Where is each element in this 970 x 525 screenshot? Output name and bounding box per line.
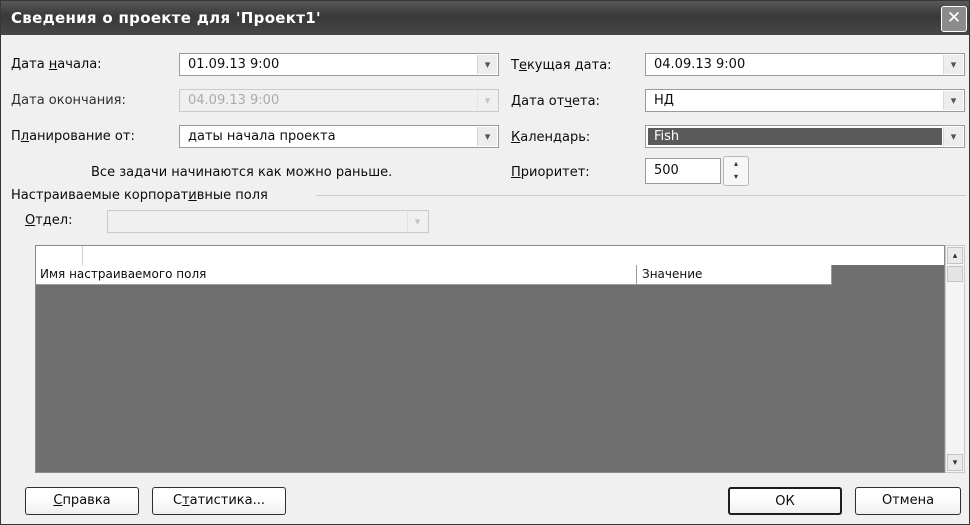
help-button[interactable]: Справка <box>25 487 139 515</box>
priority-stepper[interactable]: ▴ ▾ <box>723 156 749 186</box>
chevron-down-icon[interactable]: ▾ <box>943 127 963 146</box>
chevron-down-icon[interactable]: ▾ <box>943 91 963 110</box>
group-divider <box>316 195 966 196</box>
finish-date-label: Дата окончания: <box>11 93 126 108</box>
chevron-down-icon: ▾ <box>407 212 427 231</box>
chevron-down-icon[interactable]: ▾ <box>477 55 497 74</box>
arrow-up-icon[interactable]: ▴ <box>724 157 748 170</box>
schedule-from-value: даты начала проекта <box>188 129 336 144</box>
chevron-down-icon[interactable]: ▾ <box>943 55 963 74</box>
grid-corner <box>36 246 83 265</box>
ok-button[interactable]: ОК <box>728 487 842 515</box>
cancel-button[interactable]: Отмена <box>855 487 961 515</box>
close-button[interactable]: ✕ <box>941 6 967 32</box>
title-bar[interactable]: Сведения о проекте для 'Проект1' ✕ <box>1 1 969 35</box>
grid-header: Имя настраиваемого поля Значение <box>36 265 832 285</box>
schedule-from-combo[interactable]: даты начала проекта ▾ <box>179 125 499 148</box>
chevron-down-icon[interactable]: ▾ <box>477 127 497 146</box>
column-header-name[interactable]: Имя настраиваемого поля <box>40 267 206 281</box>
status-date-combo[interactable]: НД ▾ <box>645 89 965 112</box>
scroll-thumb[interactable] <box>947 266 963 282</box>
column-header-value[interactable]: Значение <box>642 267 702 281</box>
statistics-button[interactable]: Статистика... <box>152 487 286 515</box>
start-date-combo[interactable]: 01.09.13 9:00 ▾ <box>179 53 499 76</box>
grid-scrollbar[interactable]: ▴ ▾ <box>945 245 965 473</box>
chevron-down-icon: ▾ <box>477 91 497 110</box>
priority-label: Приоритет: <box>511 165 590 180</box>
current-date-combo[interactable]: 04.09.13 9:00 ▾ <box>645 53 965 76</box>
enterprise-fields-heading: Настраиваемые корпоративные поля <box>11 188 268 203</box>
department-combo: ▾ <box>107 210 429 233</box>
department-label: Отдел: <box>25 213 73 228</box>
project-info-dialog: Сведения о проекте для 'Проект1' ✕ Дата … <box>0 0 970 525</box>
scroll-up-icon[interactable]: ▴ <box>947 247 963 264</box>
column-divider[interactable] <box>636 265 637 284</box>
schedule-note: Все задачи начинаются как можно раньше. <box>91 165 393 180</box>
start-date-value: 01.09.13 9:00 <box>188 57 280 72</box>
close-icon: ✕ <box>946 8 962 28</box>
calendar-combo[interactable]: Fish ▾ <box>645 125 965 148</box>
calendar-label: Календарь: <box>511 130 591 145</box>
priority-input[interactable]: 500 <box>645 158 721 184</box>
calendar-value: Fish <box>648 128 942 145</box>
status-date-label: Дата отчета: <box>511 94 600 109</box>
finish-date-value: 04.09.13 9:00 <box>188 93 280 108</box>
grid-edit-bar[interactable] <box>36 246 944 265</box>
arrow-down-icon[interactable]: ▾ <box>724 170 748 183</box>
schedule-from-label: Планирование от: <box>11 129 135 144</box>
priority-value: 500 <box>654 163 679 178</box>
dialog-title: Сведения о проекте для 'Проект1' <box>11 9 321 27</box>
column-divider[interactable] <box>831 265 832 284</box>
status-date-value: НД <box>654 93 674 108</box>
finish-date-combo: 04.09.13 9:00 ▾ <box>179 89 499 112</box>
current-date-label: Текущая дата: <box>511 58 612 73</box>
start-date-label: Дата начала: <box>11 57 102 72</box>
custom-fields-grid[interactable]: Имя настраиваемого поля Значение <box>35 245 945 473</box>
scroll-down-icon[interactable]: ▾ <box>947 454 963 471</box>
current-date-value: 04.09.13 9:00 <box>654 57 746 72</box>
